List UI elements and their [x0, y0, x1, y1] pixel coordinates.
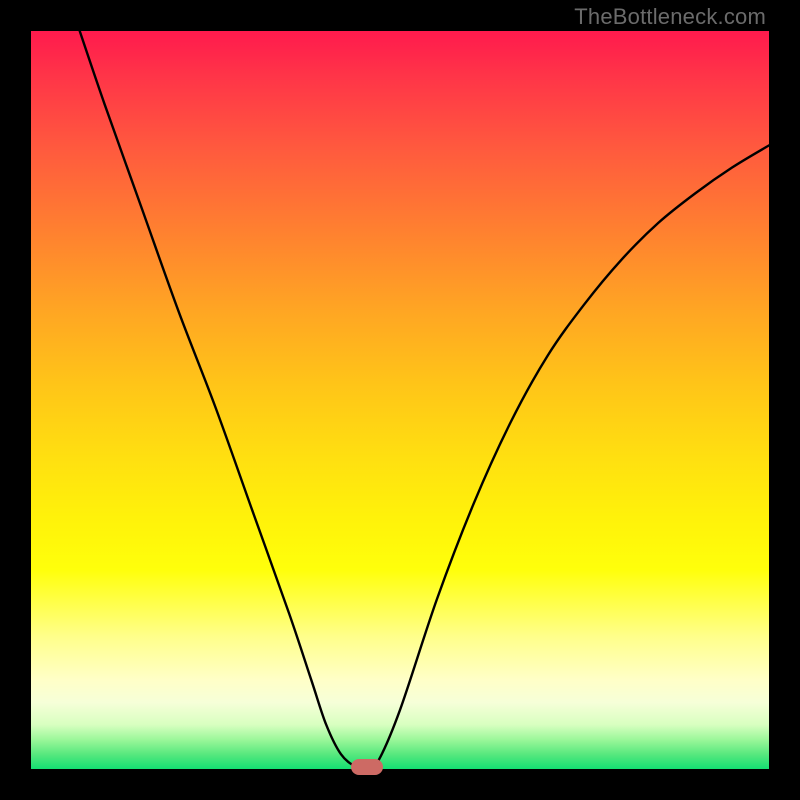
plot-area	[31, 31, 769, 769]
chart-frame: TheBottleneck.com	[0, 0, 800, 800]
optimal-point-marker	[351, 759, 383, 775]
bottleneck-curve	[31, 31, 769, 769]
watermark-text: TheBottleneck.com	[574, 4, 766, 30]
